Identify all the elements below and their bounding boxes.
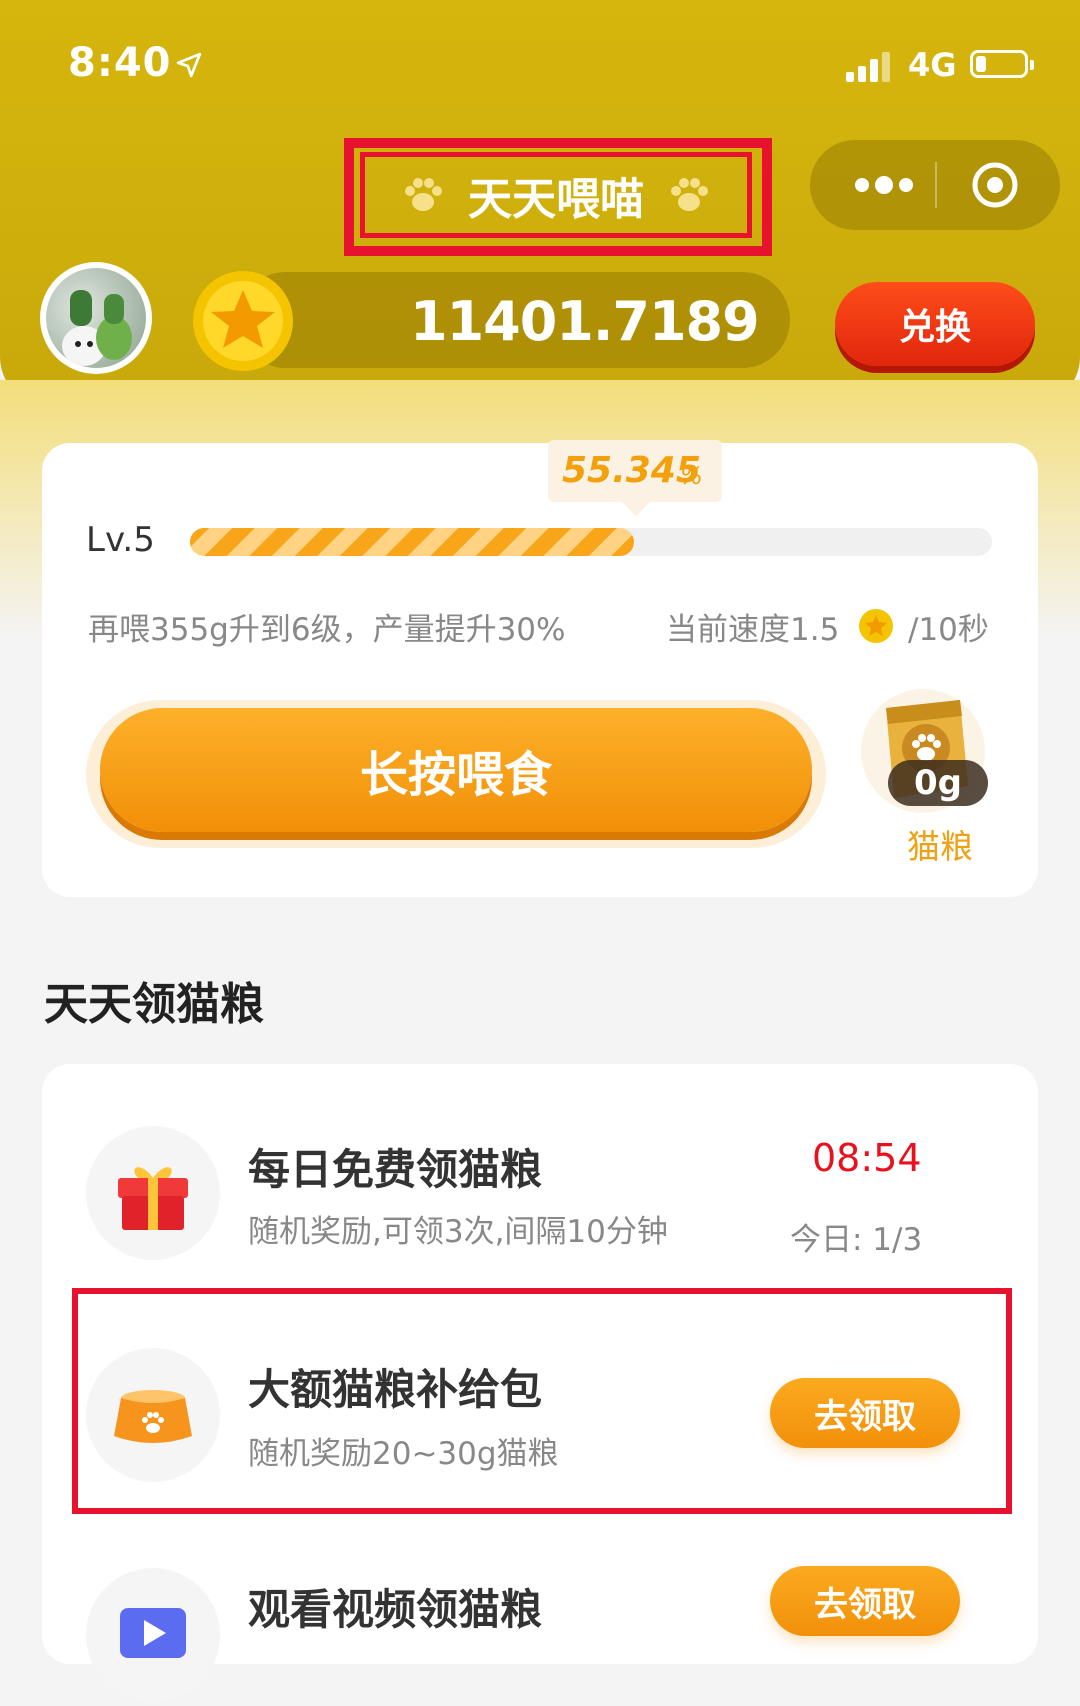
task-desc: 随机奖励20~30g猫粮 <box>248 1436 559 1472</box>
food-label: 猫粮 <box>907 827 973 866</box>
task-icon <box>86 1348 220 1482</box>
page-title-bar: 天天喂喵 <box>360 152 752 238</box>
miniprogram-capsule <box>810 140 1060 230</box>
location-arrow-icon <box>176 52 202 78</box>
page-title: 天天喂喵 <box>468 174 644 225</box>
avatar[interactable] <box>40 262 152 374</box>
level-progress-bar <box>190 528 992 556</box>
task-title: 观看视频领猫粮 <box>248 1585 543 1634</box>
video-play-icon <box>120 1608 186 1658</box>
status-time: 8:40 <box>68 40 172 86</box>
progress-unit: % <box>680 462 703 490</box>
section-title: 天天领猫粮 <box>44 979 264 1030</box>
claim-button[interactable]: 去领取 <box>770 1378 960 1448</box>
task-title: 每日免费领猫粮 <box>248 1145 543 1194</box>
today-count: 今日: 1/3 <box>790 1222 923 1258</box>
task-desc: 随机奖励,可领3次,间隔10分钟 <box>248 1214 668 1250</box>
coin-icon <box>193 271 293 371</box>
gift-icon <box>118 1167 188 1230</box>
network-type: 4G <box>908 46 957 84</box>
more-icon[interactable] <box>848 170 938 200</box>
food-amount: 0g <box>888 760 988 806</box>
task-title: 大额猫粮补给包 <box>248 1365 543 1414</box>
balance-value: 11401.7189 <box>410 290 760 353</box>
speed-unit: /10秒 <box>908 612 989 648</box>
level-label: Lv.5 <box>86 520 155 560</box>
speed-label: 当前速度1.5 <box>666 612 840 648</box>
battery-icon <box>970 50 1034 78</box>
paw-icon <box>671 178 708 211</box>
avatar-image <box>46 268 146 368</box>
countdown-timer: 08:54 <box>812 1136 922 1180</box>
coin-icon <box>859 609 893 643</box>
task-icon <box>86 1126 220 1260</box>
status-bar: 8:40 4G <box>0 0 1080 130</box>
level-progress-fill <box>190 528 634 556</box>
task-icon <box>86 1568 220 1702</box>
cat-bowl-icon <box>114 1390 192 1443</box>
paw-icon <box>405 178 442 211</box>
signal-icon <box>846 50 896 82</box>
upgrade-hint: 再喂355g升到6级，产量提升30% <box>88 612 566 648</box>
capsule-divider <box>935 162 937 208</box>
exchange-button[interactable]: 兑换 <box>835 282 1035 366</box>
feed-button[interactable]: 长按喂食 <box>100 708 812 832</box>
close-target-icon[interactable] <box>970 160 1020 210</box>
